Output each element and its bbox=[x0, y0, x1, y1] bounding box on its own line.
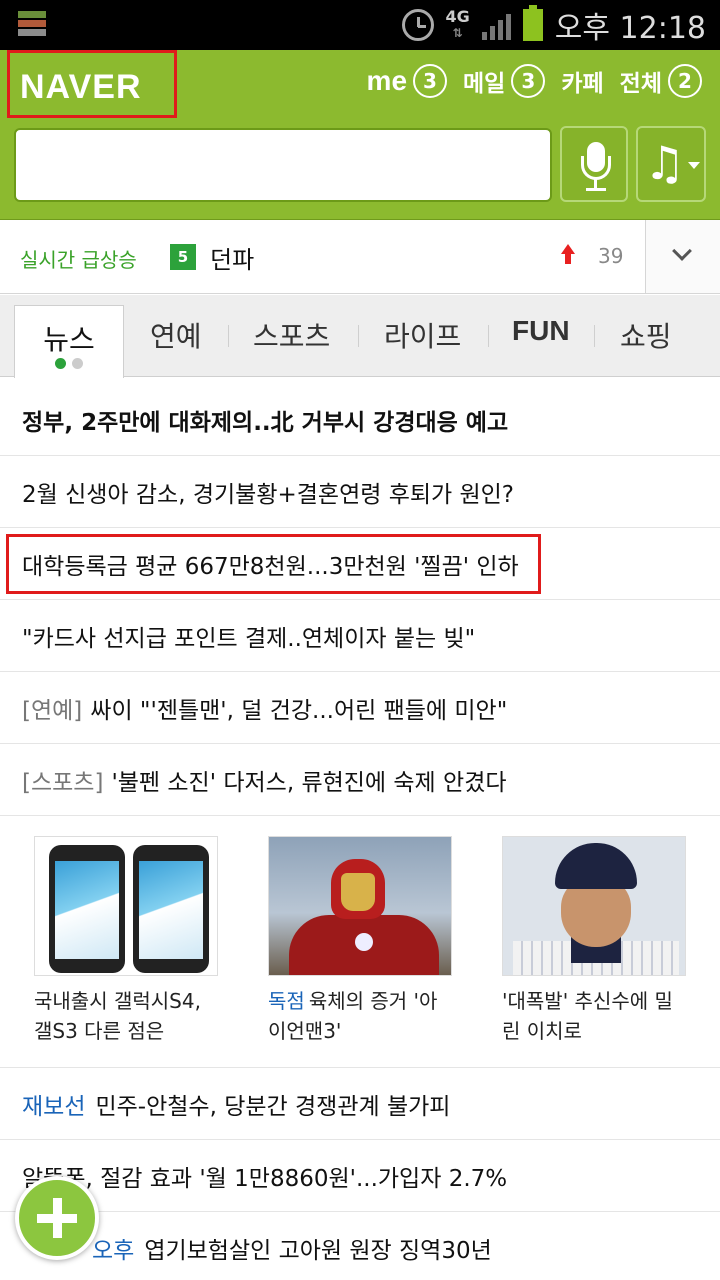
phone-thumbnail bbox=[34, 836, 218, 976]
tab-entertainment[interactable]: 연예 bbox=[150, 315, 202, 355]
status-bar: 4G ⇅ 오후 12:18 bbox=[0, 0, 720, 50]
player-thumbnail bbox=[502, 836, 686, 976]
realtime-trending-bar[interactable]: 실시간 급상승 5 던파 39 bbox=[0, 220, 720, 294]
tab-shopping[interactable]: 쇼핑 bbox=[620, 315, 672, 355]
news-item[interactable]: 오후 엽기보험살인 고아원 원장 징역30년 bbox=[0, 1212, 720, 1280]
photo-news-cards: 국내출시 갤럭시S4, 갤S3 다른 점은 독점 육체의 증거 '아 이언맨3' … bbox=[0, 816, 720, 1068]
header: NAVER me 3 메일 3 카페 전체 2 ♫ bbox=[0, 50, 720, 220]
photo-card[interactable]: 국내출시 갤럭시S4, 갤S3 다른 점은 bbox=[34, 836, 218, 1046]
trending-expand-button[interactable] bbox=[645, 220, 720, 293]
tab-fun[interactable]: FUN bbox=[512, 315, 570, 347]
clock: 오후 12:18 bbox=[554, 11, 706, 46]
trending-count: 39 bbox=[598, 244, 624, 268]
page-indicator bbox=[55, 358, 83, 369]
ironman-thumbnail bbox=[268, 836, 452, 976]
battery-icon bbox=[522, 5, 543, 41]
news-item[interactable]: 정부, 2주만에 대화제의..北 거부시 강경대응 예고 bbox=[0, 384, 720, 456]
search-input[interactable] bbox=[14, 128, 552, 202]
news-item[interactable]: [스포츠] '불펜 소진' 다저스, 류현진에 숙제 안겼다 bbox=[0, 744, 720, 816]
news-tag: 오후 bbox=[92, 1237, 135, 1264]
mail-count-badge: 3 bbox=[511, 64, 546, 98]
chevron-down-icon bbox=[672, 241, 692, 261]
nav-cafe[interactable]: 카페 bbox=[561, 64, 603, 98]
trending-label: 실시간 급상승 bbox=[20, 248, 137, 272]
naver-logo[interactable]: NAVER bbox=[20, 68, 142, 107]
me-count-badge: 3 bbox=[413, 64, 448, 98]
alarm-icon bbox=[401, 9, 434, 41]
rising-arrow-icon bbox=[561, 244, 575, 266]
notification-icon bbox=[18, 11, 46, 37]
tab-sports[interactable]: 스포츠 bbox=[253, 315, 330, 355]
photo-card[interactable]: 독점 육체의 증거 '아 이언맨3' bbox=[268, 836, 452, 1046]
photo-card[interactable]: '대폭발' 추신수에 밀 린 이치로 bbox=[502, 836, 686, 1046]
news-item[interactable]: 2월 신생아 감소, 경기불황+결혼연령 후퇴가 원인? bbox=[0, 456, 720, 528]
tab-news[interactable]: 뉴스 bbox=[14, 305, 124, 378]
news-category: [스포츠] bbox=[22, 769, 104, 796]
dropdown-caret-icon bbox=[688, 162, 700, 169]
top-nav: me 3 메일 3 카페 전체 2 bbox=[367, 64, 702, 98]
nav-all[interactable]: 전체 2 bbox=[620, 64, 702, 98]
add-button[interactable] bbox=[15, 1176, 99, 1260]
trending-keyword[interactable]: 던파 bbox=[210, 240, 254, 275]
news-item[interactable]: [연예] 싸이 "'젠틀맨', 덜 건강...어린 팬들에 미안" bbox=[0, 672, 720, 744]
network-indicator: 4G ⇅ bbox=[445, 7, 470, 41]
signal-icon bbox=[481, 10, 511, 40]
voice-search-button[interactable] bbox=[560, 126, 628, 202]
highlight-box bbox=[6, 534, 541, 594]
news-item[interactable]: 알뜰폰, 절감 효과 '월 1만8860원'...가입자 2.7% bbox=[0, 1140, 720, 1212]
tab-life[interactable]: 라이프 bbox=[384, 315, 461, 355]
nav-mail[interactable]: 메일 3 bbox=[463, 64, 546, 98]
news-item[interactable]: "카드사 선지급 포인트 결제..연체이자 붙는 빚" bbox=[0, 600, 720, 672]
news-tag: 재보선 bbox=[22, 1093, 86, 1120]
music-note-icon: ♫ bbox=[644, 136, 686, 190]
news-category: [연예] bbox=[22, 697, 83, 724]
trending-rank-badge: 5 bbox=[170, 244, 196, 270]
news-item[interactable]: 재보선 민주-안철수, 당분간 경쟁관계 불가피 bbox=[0, 1068, 720, 1140]
category-tabs: 뉴스 연예 스포츠 라이프 FUN 쇼핑 bbox=[0, 295, 720, 378]
music-search-button[interactable]: ♫ bbox=[636, 126, 706, 202]
card-tag: 독점 bbox=[268, 989, 305, 1013]
all-count-badge: 2 bbox=[668, 64, 702, 98]
nav-me[interactable]: me 3 bbox=[367, 64, 448, 98]
